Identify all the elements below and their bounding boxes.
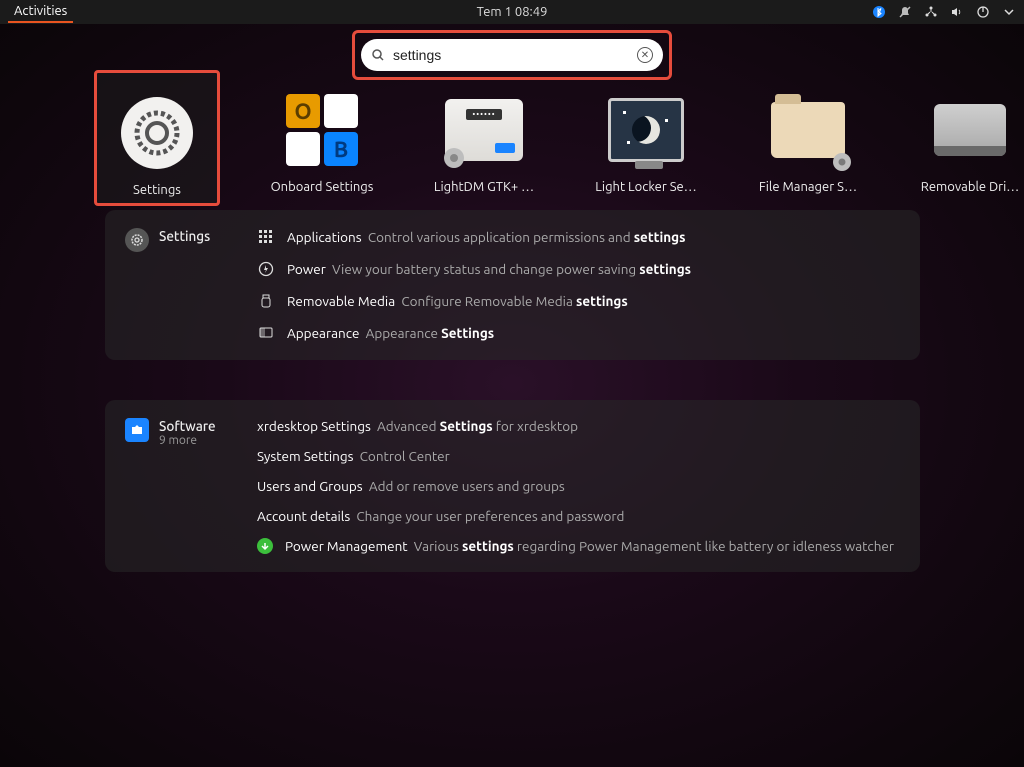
row-match: settings: [634, 229, 686, 245]
row-desc: Configure Removable Media: [401, 293, 576, 309]
grid-icon: [257, 228, 275, 246]
row-title: Account details: [257, 508, 350, 524]
app-label: Removable Dri…: [910, 180, 1024, 194]
section-title: Settings: [159, 228, 210, 244]
installed-icon: [257, 538, 273, 554]
app-lightdm-gtk[interactable]: •••••• LightDM GTK+ …: [424, 90, 544, 206]
settings-results-panel: Settings Applications Control various ap…: [105, 210, 920, 360]
app-onboard-settings[interactable]: OB Onboard Settings: [262, 90, 382, 206]
row-title: Power: [287, 261, 326, 277]
row-match: settings: [462, 538, 514, 554]
power-icon: [257, 260, 275, 278]
appearance-icon: [257, 324, 275, 342]
software-row-system-settings[interactable]: System Settings Control Center: [257, 448, 900, 464]
row-desc: regarding Power Management like battery …: [514, 538, 894, 554]
row-desc: for xrdesktop: [493, 418, 578, 434]
app-settings[interactable]: Settings: [94, 70, 220, 206]
software-row-power-management[interactable]: Power Management Various settings regard…: [257, 538, 900, 554]
usb-icon: [257, 292, 275, 310]
gear-icon: [440, 144, 468, 172]
row-desc: Advanced: [377, 418, 440, 434]
network-icon: [924, 5, 938, 19]
row-match: settings: [639, 261, 691, 277]
row-title: Appearance: [287, 325, 359, 341]
app-label: File Manager S…: [748, 180, 868, 194]
row-desc: View your battery status and change powe…: [332, 261, 639, 277]
clock[interactable]: Tem 1 08:49: [477, 5, 548, 19]
settings-row-appearance[interactable]: Appearance Appearance Settings: [257, 324, 900, 342]
chevron-down-icon: [1002, 5, 1016, 19]
screensaver-icon: [608, 98, 684, 162]
settings-row-removable-media[interactable]: Removable Media Configure Removable Medi…: [257, 292, 900, 310]
section-title: Software: [159, 418, 216, 434]
row-desc: Change your user preferences and passwor…: [356, 508, 624, 524]
settings-row-applications[interactable]: Applications Control various application…: [257, 228, 900, 246]
app-label: LightDM GTK+ …: [424, 180, 544, 194]
row-match: Settings: [441, 325, 494, 341]
gear-icon: [125, 228, 149, 252]
power-icon: [976, 5, 990, 19]
app-label: Light Locker Se…: [586, 180, 706, 194]
row-desc: Various: [414, 538, 462, 554]
gear-icon: [121, 97, 193, 169]
app-removable-drives[interactable]: Removable Dri…: [910, 90, 1024, 206]
row-title: xrdesktop Settings: [257, 418, 371, 434]
row-title: Removable Media: [287, 293, 395, 309]
system-tray[interactable]: [872, 5, 1016, 19]
settings-row-power[interactable]: Power View your battery status and chang…: [257, 260, 900, 278]
software-icon: [125, 418, 149, 442]
app-results: Settings OB Onboard Settings •••••• Ligh…: [100, 90, 1024, 206]
app-label: Settings: [97, 183, 217, 197]
row-desc: Appearance: [366, 325, 442, 341]
row-desc: Control various application permissions …: [368, 229, 634, 245]
search-highlight: ✕: [352, 30, 672, 80]
software-row-users-groups[interactable]: Users and Groups Add or remove users and…: [257, 478, 900, 494]
bluetooth-icon: [872, 5, 886, 19]
app-file-manager-settings[interactable]: File Manager S…: [748, 90, 868, 206]
app-label: Onboard Settings: [262, 180, 382, 194]
row-desc: Control Center: [360, 448, 450, 464]
software-row-xrdesktop[interactable]: xrdesktop Settings Advanced Settings for…: [257, 418, 900, 434]
drive-icon: [934, 104, 1006, 156]
top-bar: Activities Tem 1 08:49: [0, 0, 1024, 24]
search-input[interactable]: [393, 47, 629, 63]
search-icon: [371, 48, 385, 62]
row-title: Applications: [287, 229, 362, 245]
search-field[interactable]: ✕: [361, 39, 663, 71]
app-light-locker[interactable]: Light Locker Se…: [586, 90, 706, 206]
row-match: settings: [576, 293, 628, 309]
notifications-muted-icon: [898, 5, 912, 19]
clear-search-icon[interactable]: ✕: [637, 47, 653, 63]
volume-icon: [950, 5, 964, 19]
section-subtitle[interactable]: 9 more: [159, 434, 216, 447]
software-row-account-details[interactable]: Account details Change your user prefere…: [257, 508, 900, 524]
row-title: Users and Groups: [257, 478, 363, 494]
row-desc: Add or remove users and groups: [369, 478, 565, 494]
activities-button[interactable]: Activities: [8, 1, 73, 23]
gear-icon: [830, 150, 854, 174]
row-match: Settings: [440, 418, 493, 434]
row-title: Power Management: [285, 538, 408, 554]
row-title: System Settings: [257, 448, 353, 464]
onboard-icon: OB: [286, 94, 358, 166]
software-results-panel: Software 9 more xrdesktop Settings Advan…: [105, 400, 920, 572]
